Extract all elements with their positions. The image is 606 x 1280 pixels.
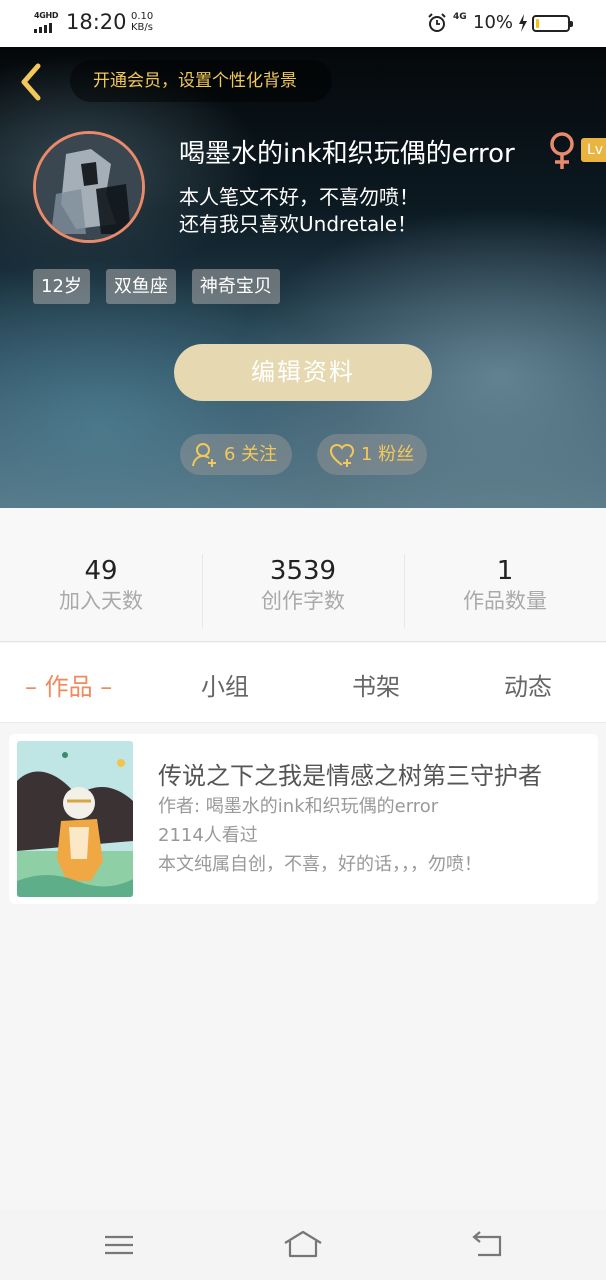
stat-label: 加入天数: [59, 589, 143, 613]
menu-icon[interactable]: [99, 1229, 139, 1261]
bio-line: 本人笔文不好，不喜勿喷！: [179, 185, 419, 209]
book-description: 本文纯属自创，不喜，好的话，，，勿喷！: [158, 854, 482, 875]
fans-label: 1 粉丝: [361, 444, 415, 465]
stat-value: 1: [496, 556, 514, 586]
avatar-image: [36, 134, 142, 240]
stat-label: 作品数量: [463, 589, 547, 613]
battery-icon: [532, 15, 573, 32]
stat-value: 3539: [269, 556, 337, 586]
signal-icon: 4GHD: [34, 11, 60, 33]
heart-plus-icon: [329, 443, 355, 467]
vip-background-prompt[interactable]: 开通会员，设置个性化背景: [70, 60, 332, 102]
stat-value: 49: [84, 556, 118, 586]
user-stats: 49 加入天数 3539 创作字数 1 作品数量: [0, 508, 606, 642]
speed-value: 0.10: [131, 11, 154, 22]
stat-label: 创作字数: [261, 589, 345, 613]
add-user-icon: [192, 442, 216, 467]
tab-bookshelf[interactable]: 书架: [352, 667, 400, 702]
book-cover-image: [17, 741, 133, 897]
stat-word-count: 3539 创作字数: [202, 556, 404, 616]
battery-percent: 10%: [473, 12, 514, 33]
tag-interest: 神奇宝贝: [191, 269, 280, 304]
user-bio: 本人笔文不好，不喜勿喷！ 还有我只喜欢Undretale！: [179, 184, 419, 238]
tag-age: 12岁: [33, 269, 90, 304]
clock: 18:20: [66, 10, 127, 34]
edit-profile-button[interactable]: 编辑资料: [174, 344, 432, 401]
network-speed: 0.10 KB/s: [131, 11, 153, 33]
tab-works[interactable]: – 作品 –: [25, 667, 112, 702]
avatar[interactable]: [33, 131, 145, 243]
book-cover[interactable]: [17, 741, 133, 897]
following-button[interactable]: 6 关注: [180, 434, 292, 475]
status-bar: 4GHD 18:20 0.10 KB/s 4G 10%: [0, 0, 606, 47]
network-type: 4GHD: [34, 11, 59, 20]
fans-button[interactable]: 1 粉丝: [317, 434, 427, 475]
tab-activity[interactable]: 动态: [504, 667, 552, 702]
tab-groups[interactable]: 小组: [201, 667, 249, 702]
profile-tabs: – 作品 – 小组 书架 动态: [0, 643, 606, 723]
battery-fill: [536, 19, 539, 28]
book-author: 作者: 喝墨水的ink和织玩偶的error: [158, 796, 439, 817]
alarm-icon: [428, 13, 446, 32]
speed-unit: KB/s: [131, 22, 153, 33]
stat-works-count: 1 作品数量: [404, 556, 606, 616]
tag-zodiac: 双鱼座: [105, 269, 176, 304]
following-label: 6 关注: [224, 444, 278, 465]
back-chevron-icon[interactable]: [14, 60, 48, 104]
user-name: 喝墨水的ink和织玩偶的error: [179, 139, 515, 169]
book-card[interactable]: 传说之下之我是情感之树第三守护者 作者: 喝墨水的ink和织玩偶的error 2…: [9, 734, 598, 904]
profile-header: 开通会员，设置个性化背景 喝墨水的ink和织玩偶的error Lv 本人笔文不好…: [0, 47, 606, 508]
system-nav-bar: [0, 1210, 606, 1280]
back-icon[interactable]: [468, 1229, 508, 1261]
profile-tags: 12岁 双鱼座 神奇宝贝: [33, 269, 280, 304]
book-views: 2114人看过: [158, 825, 258, 846]
stat-days-joined: 49 加入天数: [0, 556, 202, 616]
female-gender-icon: [550, 132, 574, 169]
bio-line: 还有我只喜欢Undretale！: [179, 212, 418, 236]
book-title[interactable]: 传说之下之我是情感之树第三守护者: [158, 756, 542, 791]
sim-4g-label: 4G: [453, 12, 467, 22]
home-icon[interactable]: [283, 1229, 323, 1261]
level-badge: Lv: [581, 138, 606, 162]
charging-bolt-icon: [519, 14, 527, 32]
